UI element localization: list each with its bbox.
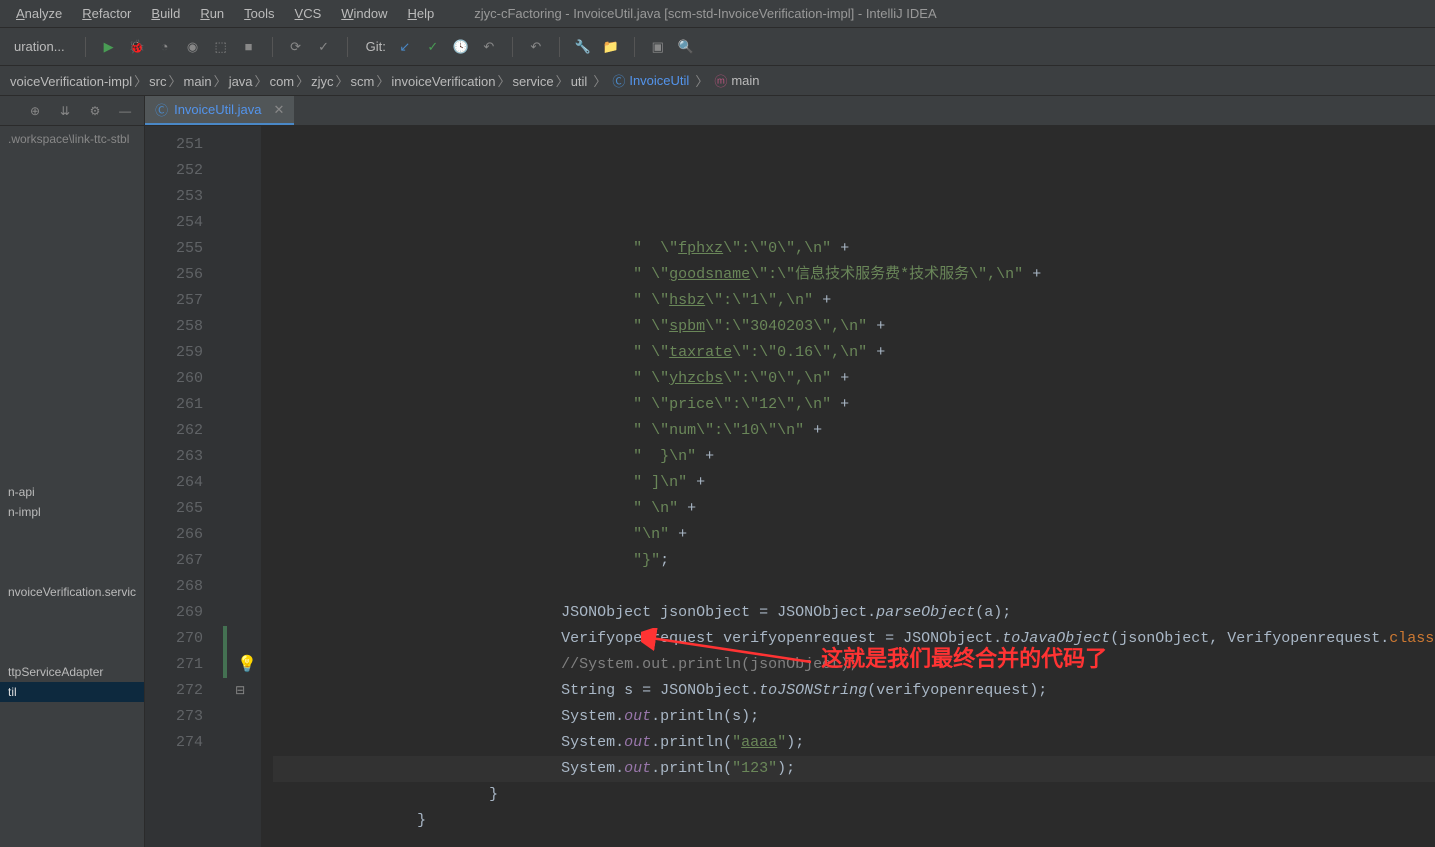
window-title: zjyc-cFactoring - InvoiceUtil.java [scm-… xyxy=(474,6,936,21)
update-icon[interactable]: ⟳ xyxy=(287,38,305,56)
settings-icon[interactable]: 🔧 xyxy=(574,38,592,56)
sdk-icon[interactable]: 📁 xyxy=(602,38,620,56)
git-commit-icon[interactable]: ✓ xyxy=(424,38,442,56)
close-icon[interactable]: ✕ xyxy=(274,102,285,118)
collapse-icon[interactable]: ⇊ xyxy=(56,102,74,120)
menu-vcs[interactable]: VCS xyxy=(285,2,332,25)
menubar: AnalyzeRefactorBuildRunToolsVCSWindowHel… xyxy=(0,0,1435,28)
toolbar: uration... ▶ 🐞 ◔ ◉ ⬚ ■ ⟳ ✓ Git: ↙ ✓ 🕓 ↶ … xyxy=(0,28,1435,66)
tree-item[interactable]: til xyxy=(0,682,144,702)
menu-build[interactable]: Build xyxy=(141,2,190,25)
git-revert-icon[interactable]: ↶ xyxy=(480,38,498,56)
code-content[interactable]: 这就是我们最终合并的代码了 " \"fphxz\":\"0\",\n" + " … xyxy=(261,126,1435,847)
breadcrumb-method-icon: ⓜ xyxy=(714,71,727,90)
breadcrumb: voiceVerification-impl〉src〉main〉java〉com… xyxy=(0,66,1435,96)
locate-icon[interactable]: ⊕ xyxy=(26,102,44,120)
hide-icon[interactable]: — xyxy=(116,102,134,120)
tree-item[interactable]: n-api xyxy=(0,482,144,502)
project-sidebar: ⊕ ⇊ ⚙ — .workspace\link-ttc-stbl n-apin-… xyxy=(0,96,145,847)
menu-tools[interactable]: Tools xyxy=(234,2,284,25)
coverage-icon[interactable]: ◔ xyxy=(156,38,174,56)
breadcrumb-item[interactable]: voiceVerification-impl xyxy=(10,74,132,89)
menu-help[interactable]: Help xyxy=(398,2,445,25)
git-label: Git: xyxy=(366,39,386,54)
tree-item[interactable]: ttpServiceAdapter xyxy=(0,662,144,682)
fold-icon[interactable]: ⊟ xyxy=(235,678,245,704)
breadcrumb-class[interactable]: InvoiceUtil xyxy=(629,73,689,88)
breadcrumb-item[interactable]: com xyxy=(270,74,295,89)
breadcrumb-item[interactable]: service xyxy=(512,74,553,89)
avd-icon[interactable]: ▣ xyxy=(649,38,667,56)
editor-area: Ⓒ InvoiceUtil.java ✕ 2512522532542552562… xyxy=(145,96,1435,847)
editor-tabs: Ⓒ InvoiceUtil.java ✕ xyxy=(145,96,1435,126)
gear-icon[interactable]: ⚙ xyxy=(86,102,104,120)
menu-refactor[interactable]: Refactor xyxy=(72,2,141,25)
tab-invoiceutil[interactable]: Ⓒ InvoiceUtil.java ✕ xyxy=(145,96,294,125)
intention-bulb-icon[interactable]: 💡 xyxy=(237,652,257,678)
code-editor[interactable]: 2512522532542552562572582592602612622632… xyxy=(145,126,1435,847)
git-history-icon[interactable]: 🕓 xyxy=(452,38,470,56)
menu-analyze[interactable]: Analyze xyxy=(6,2,72,25)
tree-item[interactable]: n-impl xyxy=(0,502,144,522)
menu-run[interactable]: Run xyxy=(190,2,234,25)
menu-window[interactable]: Window xyxy=(331,2,397,25)
breadcrumb-item[interactable]: scm xyxy=(351,74,375,89)
breadcrumb-item[interactable]: zjyc xyxy=(311,74,333,89)
breadcrumb-item[interactable]: invoiceVerification xyxy=(391,74,495,89)
breadcrumb-item[interactable]: src xyxy=(149,74,166,89)
stop-icon[interactable]: ■ xyxy=(240,38,258,56)
breadcrumb-item[interactable]: main xyxy=(183,74,211,89)
profile-icon[interactable]: ◉ xyxy=(184,38,202,56)
breadcrumb-class-icon: Ⓒ xyxy=(612,71,625,90)
breadcrumb-item[interactable]: java xyxy=(229,74,253,89)
sidebar-path: .workspace\link-ttc-stbl xyxy=(0,126,144,152)
back-icon[interactable]: ↶ xyxy=(527,38,545,56)
tab-label: InvoiceUtil.java xyxy=(174,102,261,117)
search-icon[interactable]: 🔍 xyxy=(677,38,695,56)
run-icon[interactable]: ▶ xyxy=(100,38,118,56)
debug-icon[interactable]: 🐞 xyxy=(128,38,146,56)
project-tree[interactable]: n-apin-impl nvoiceVerification.servic ttpS… xyxy=(0,152,144,847)
breadcrumb-method[interactable]: main xyxy=(731,73,759,88)
attach-icon[interactable]: ⬚ xyxy=(212,38,230,56)
breadcrumb-item[interactable]: util xyxy=(571,74,588,89)
gutter-icons: 💡⊟ xyxy=(227,126,261,847)
tree-item[interactable]: nvoiceVerification.servic xyxy=(0,582,144,602)
run-config-label[interactable]: uration... xyxy=(8,37,71,56)
file-icon: Ⓒ xyxy=(155,100,168,119)
commit-icon[interactable]: ✓ xyxy=(315,38,333,56)
git-update-icon[interactable]: ↙ xyxy=(396,38,414,56)
line-gutter[interactable]: 2512522532542552562572582592602612622632… xyxy=(145,126,223,847)
